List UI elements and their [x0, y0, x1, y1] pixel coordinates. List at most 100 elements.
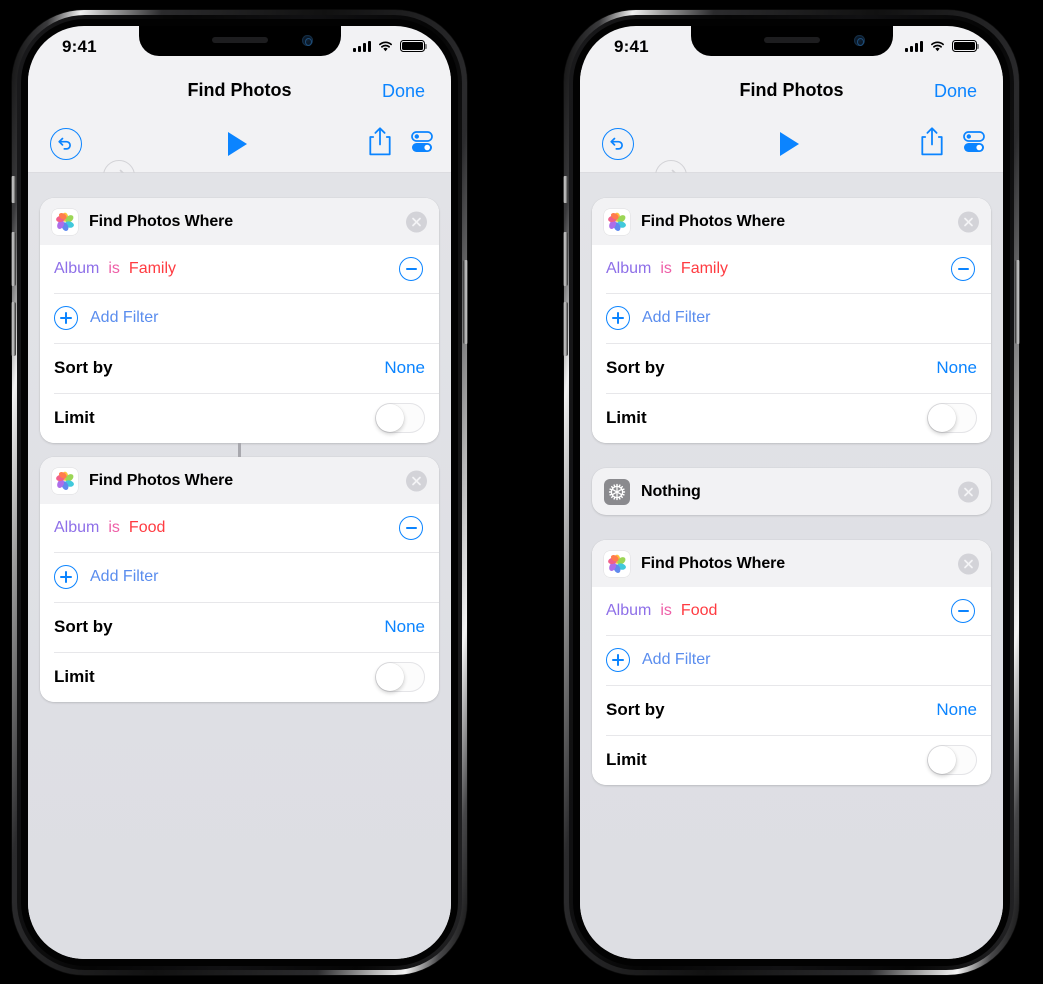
add-filter-row[interactable]: Add Filter	[40, 552, 439, 602]
add-filter-label[interactable]: Add Filter	[642, 651, 710, 669]
action-list[interactable]: Find Photos Where Album is Family Add Fi…	[580, 173, 1003, 959]
remove-filter-icon[interactable]	[951, 599, 975, 623]
card-header: Find Photos Where	[592, 540, 991, 587]
sort-by-value[interactable]: None	[384, 617, 425, 637]
sort-by-value[interactable]: None	[384, 358, 425, 378]
battery-icon	[952, 40, 980, 52]
action-card-nothing[interactable]: Nothing	[592, 468, 991, 515]
gear-icon	[604, 478, 630, 505]
mute-switch[interactable]	[563, 176, 568, 203]
limit-row[interactable]: Limit	[592, 393, 991, 443]
battery-icon	[400, 40, 428, 52]
sort-by-row[interactable]: Sort by None	[592, 343, 991, 393]
limit-label: Limit	[606, 750, 647, 769]
earpiece-speaker	[211, 37, 268, 43]
share-icon[interactable]	[919, 126, 945, 163]
add-filter-label[interactable]: Add Filter	[90, 568, 158, 586]
close-icon[interactable]	[958, 481, 979, 502]
limit-label: Limit	[54, 408, 95, 427]
add-filter-row[interactable]: Add Filter	[592, 293, 991, 343]
sort-by-label: Sort by	[54, 358, 113, 377]
sort-by-row[interactable]: Sort by None	[40, 602, 439, 652]
card-title: Find Photos Where	[641, 212, 786, 230]
filter-field-label[interactable]: Album	[54, 519, 99, 537]
add-filter-label[interactable]: Add Filter	[642, 309, 710, 327]
limit-toggle[interactable]	[375, 403, 425, 433]
limit-row[interactable]: Limit	[592, 735, 991, 785]
play-icon[interactable]	[227, 132, 247, 156]
filter-row[interactable]: Album is Food	[592, 587, 991, 635]
filter-field-label[interactable]: Album	[54, 260, 99, 278]
add-filter-icon[interactable]	[606, 648, 630, 672]
filter-operator-label[interactable]: is	[108, 519, 120, 537]
volume-up-button[interactable]	[563, 232, 568, 286]
sort-by-value[interactable]: None	[936, 358, 977, 378]
editor-toolbar	[28, 116, 451, 192]
left-phone-screen: 9:41 Find Photos Done Find Photos Where …	[28, 26, 451, 959]
limit-toggle[interactable]	[927, 403, 977, 433]
mute-switch[interactable]	[11, 176, 16, 203]
action-card-find-photos[interactable]: Find Photos Where Album is Food Add Filt…	[40, 457, 439, 702]
filter-row[interactable]: Album is Food	[40, 504, 439, 552]
filter-field-label[interactable]: Album	[606, 260, 651, 278]
filter-value-label[interactable]: Food	[681, 602, 717, 620]
close-icon[interactable]	[406, 470, 427, 491]
notch	[138, 26, 341, 56]
status-indicators	[905, 40, 980, 52]
undo-icon[interactable]	[50, 128, 82, 160]
action-card-find-photos[interactable]: Find Photos Where Album is Family Add Fi…	[592, 198, 991, 443]
add-filter-row[interactable]: Add Filter	[592, 635, 991, 685]
filter-value-label[interactable]: Family	[129, 260, 176, 278]
power-button[interactable]	[463, 260, 468, 344]
filter-row[interactable]: Album is Family	[592, 245, 991, 293]
screenshot-stage: 9:41 Find Photos Done Find Photos Where …	[0, 0, 1043, 984]
close-icon[interactable]	[958, 553, 979, 574]
add-filter-row[interactable]: Add Filter	[40, 293, 439, 343]
filter-operator-label[interactable]: is	[660, 260, 672, 278]
filter-row[interactable]: Album is Family	[40, 245, 439, 293]
close-icon[interactable]	[406, 211, 427, 232]
status-clock: 9:41	[62, 37, 97, 56]
add-filter-icon[interactable]	[606, 306, 630, 330]
limit-toggle[interactable]	[927, 745, 977, 775]
sort-by-value[interactable]: None	[936, 700, 977, 720]
limit-row[interactable]: Limit	[40, 393, 439, 443]
remove-filter-icon[interactable]	[951, 257, 975, 281]
power-button[interactable]	[1015, 260, 1020, 344]
action-card-find-photos[interactable]: Find Photos Where Album is Food Add Filt…	[592, 540, 991, 785]
done-button[interactable]: Done	[934, 81, 977, 102]
filter-value-label[interactable]: Food	[129, 519, 165, 537]
action-list[interactable]: Find Photos Where Album is Family Add Fi…	[28, 173, 451, 959]
card-header: Find Photos Where	[592, 198, 991, 245]
add-filter-icon[interactable]	[54, 306, 78, 330]
limit-toggle[interactable]	[375, 662, 425, 692]
add-filter-icon[interactable]	[54, 565, 78, 589]
add-filter-label[interactable]: Add Filter	[90, 309, 158, 327]
volume-up-button[interactable]	[11, 232, 16, 286]
volume-down-button[interactable]	[11, 302, 16, 356]
undo-icon[interactable]	[602, 128, 634, 160]
front-camera-icon	[301, 35, 313, 46]
remove-filter-icon[interactable]	[399, 516, 423, 540]
sort-by-row[interactable]: Sort by None	[40, 343, 439, 393]
shortcut-settings-icon[interactable]	[959, 127, 989, 162]
card-title: Find Photos Where	[89, 471, 234, 489]
filter-field-label[interactable]: Album	[606, 602, 651, 620]
status-clock: 9:41	[614, 37, 649, 56]
limit-row[interactable]: Limit	[40, 652, 439, 702]
play-icon[interactable]	[779, 132, 799, 156]
filter-operator-label[interactable]: is	[108, 260, 120, 278]
right-phone-screen: 9:41 Find Photos Done Find Photos Where …	[580, 26, 1003, 959]
volume-down-button[interactable]	[563, 302, 568, 356]
close-icon[interactable]	[958, 211, 979, 232]
action-card-find-photos[interactable]: Find Photos Where Album is Family Add Fi…	[40, 198, 439, 443]
filter-operator-label[interactable]: is	[660, 602, 672, 620]
cellular-bars-icon	[905, 40, 923, 52]
share-icon[interactable]	[367, 126, 393, 163]
done-button[interactable]: Done	[382, 81, 425, 102]
remove-filter-icon[interactable]	[399, 257, 423, 281]
filter-value-label[interactable]: Family	[681, 260, 728, 278]
shortcut-settings-icon[interactable]	[407, 127, 437, 162]
sort-by-row[interactable]: Sort by None	[592, 685, 991, 735]
card-connector	[28, 443, 451, 457]
